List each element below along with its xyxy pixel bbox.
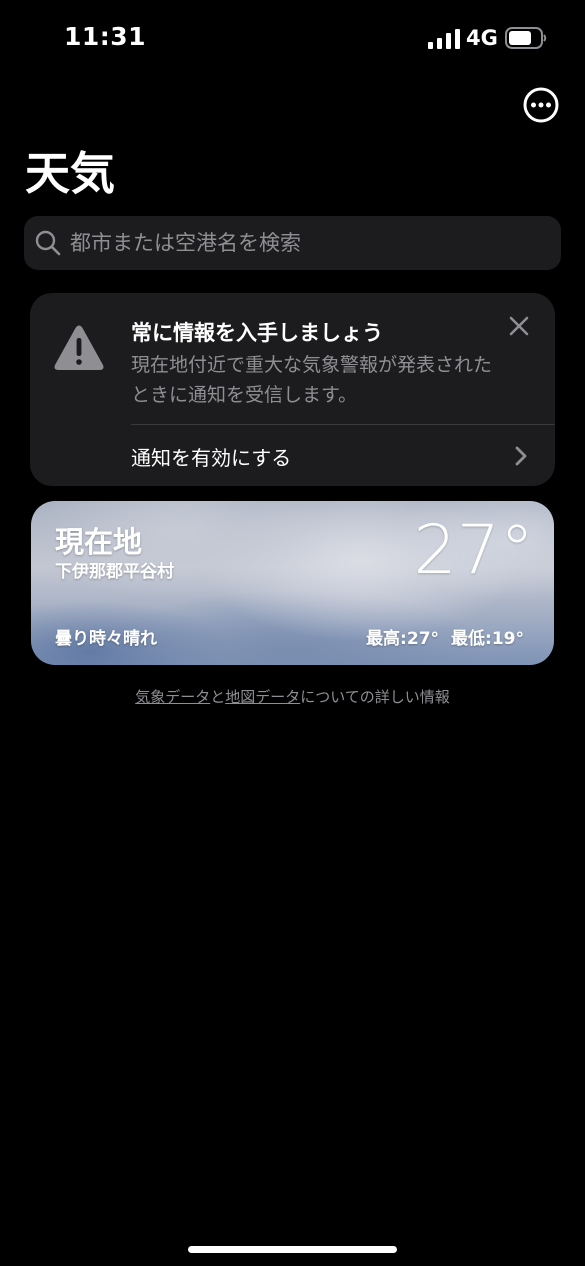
home-indicator[interactable] <box>188 1246 397 1253</box>
low-temperature: 最低:19° <box>451 629 524 649</box>
chevron-right-icon <box>515 446 527 466</box>
notification-prompt-card: 常に情報を入手しましょう 現在地付近で重大な気象警報が発表されたときに通知を受信… <box>30 293 555 486</box>
enable-notifications-label: 通知を有効にする <box>131 446 292 470</box>
current-temperature: 27° <box>413 511 534 590</box>
current-location-weather-card[interactable]: 現在地 下伊那郡平谷村 27° 曇り時々晴れ 最高:27° 最低:19° <box>31 501 554 665</box>
location-sublabel: 下伊那郡平谷村 <box>55 562 174 582</box>
search-icon <box>35 230 61 256</box>
alert-title: 常に情報を入手しましょう <box>131 321 383 345</box>
location-name: 現在地 <box>55 525 143 559</box>
warning-triangle-icon <box>54 325 104 370</box>
data-attribution: 気象データと地図データについての詳しい情報 <box>0 686 585 707</box>
page-title: 天気 <box>25 147 116 200</box>
attribution-suffix: についての詳しい情報 <box>300 688 450 706</box>
network-type-label: 4G <box>466 26 498 50</box>
more-options-button[interactable] <box>523 87 559 123</box>
search-input[interactable] <box>70 216 550 270</box>
search-bar[interactable] <box>24 216 561 270</box>
attribution-connector: と <box>210 688 226 706</box>
map-data-link[interactable]: 地図データ <box>225 688 300 706</box>
status-bar: 11:31 4G <box>0 0 585 80</box>
enable-notifications-button[interactable]: 通知を有効にする <box>131 425 555 485</box>
signal-strength-icon <box>428 29 460 49</box>
battery-icon <box>505 27 547 49</box>
weather-data-link[interactable]: 気象データ <box>135 688 210 706</box>
close-icon[interactable] <box>508 315 530 337</box>
status-time: 11:31 <box>64 22 147 51</box>
alert-body: 現在地付近で重大な気象警報が発表されたときに通知を受信します。 <box>131 354 493 406</box>
weather-condition: 曇り時々晴れ <box>55 629 157 649</box>
high-temperature: 最高:27° <box>366 629 440 649</box>
high-low-temperatures: 最高:27° 最低:19° <box>366 624 524 649</box>
